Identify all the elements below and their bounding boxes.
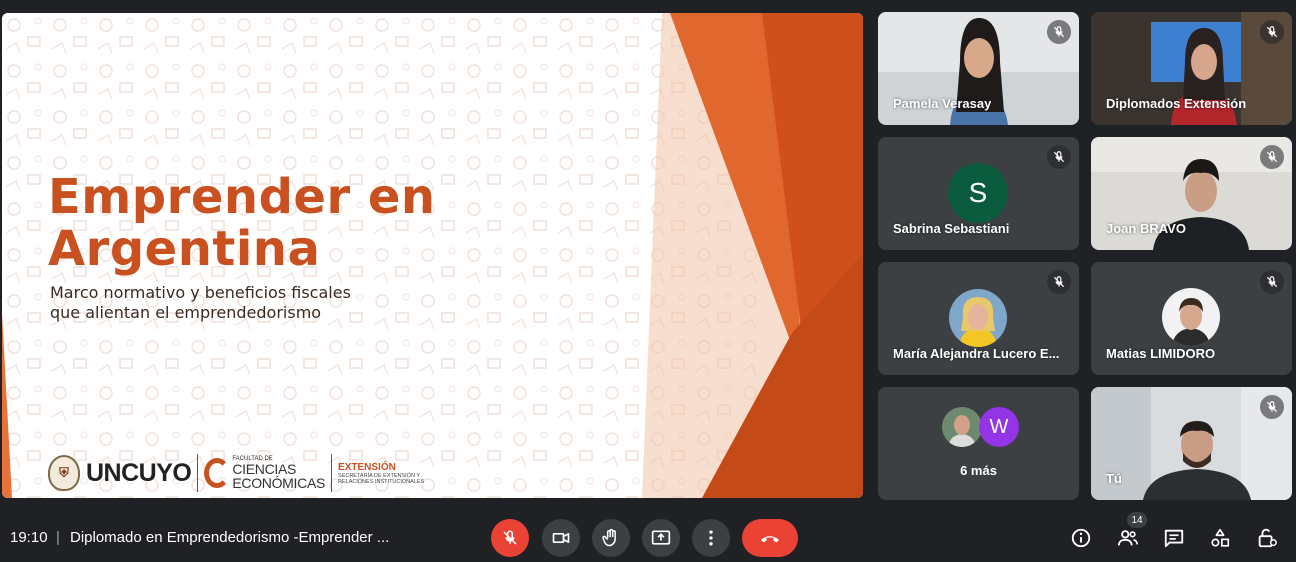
avatar: W bbox=[979, 407, 1019, 447]
participant-tile[interactable]: S Sabrina Sebastiani bbox=[878, 137, 1079, 250]
participant-tile[interactable]: Matias LIMIDORO bbox=[1091, 262, 1292, 375]
slide-subtitle-line: que alientan el emprendedorismo bbox=[50, 303, 322, 322]
host-controls-icon bbox=[1258, 528, 1277, 548]
raise-hand-icon bbox=[602, 528, 616, 547]
uncuyo-logo-text: UNCUYO bbox=[86, 458, 192, 487]
institution-logos: ⛨ UNCUYO FACULTAD DE CIENCIAS ECONÓMICAS… bbox=[48, 451, 424, 495]
slide-title-line: Emprender en bbox=[48, 169, 436, 225]
avatar bbox=[1162, 288, 1220, 346]
end-call-icon bbox=[761, 536, 779, 543]
avatar bbox=[949, 289, 1007, 347]
extension-logo-text: EXTENSIÓN SECRETARÍA DE EXTENSIÓN Y RELA… bbox=[338, 462, 424, 485]
chat-icon bbox=[1164, 529, 1184, 548]
activities-button[interactable] bbox=[1208, 526, 1232, 550]
mic-off-icon bbox=[1260, 20, 1284, 44]
participant-name: Tú bbox=[1106, 471, 1122, 486]
avatar bbox=[942, 407, 982, 447]
end-call-button[interactable] bbox=[742, 519, 798, 557]
participant-tile[interactable]: Pamela Verasay bbox=[878, 12, 1079, 125]
fce-big-text: CIENCIAS bbox=[232, 461, 297, 477]
more-options-button[interactable] bbox=[692, 519, 730, 557]
meeting-info-button[interactable] bbox=[1069, 526, 1093, 550]
present-screen-button[interactable] bbox=[642, 519, 680, 557]
participant-name: María Alejandra Lucero E... bbox=[893, 346, 1060, 361]
raise-hand-button[interactable] bbox=[592, 519, 630, 557]
toolbar-separator: | bbox=[56, 529, 60, 546]
mic-toggle-button[interactable] bbox=[491, 519, 529, 557]
participant-tile[interactable]: Diplomados Extensión bbox=[1091, 12, 1292, 125]
clock: 19:10 bbox=[10, 529, 48, 546]
chat-button[interactable] bbox=[1162, 526, 1186, 550]
participant-name: Joan BRAVO bbox=[1106, 221, 1186, 236]
extension-title: EXTENSIÓN bbox=[338, 461, 396, 473]
slide-subtitle: Marco normativo y beneficios fiscales qu… bbox=[50, 283, 351, 323]
fce-logo-icon bbox=[204, 458, 231, 488]
activities-icon bbox=[1211, 528, 1230, 547]
mic-off-icon bbox=[1260, 145, 1284, 169]
avatar: S bbox=[948, 163, 1008, 223]
camera-toggle-button[interactable] bbox=[542, 519, 580, 557]
participant-name: Sabrina Sebastiani bbox=[893, 221, 1010, 236]
participant-name: Pamela Verasay bbox=[893, 96, 992, 111]
more-options-icon bbox=[709, 530, 713, 546]
mic-off-icon bbox=[1260, 395, 1284, 419]
mic-off-icon bbox=[1047, 20, 1071, 44]
participant-name: Diplomados Extensión bbox=[1106, 96, 1247, 111]
mic-off-icon bbox=[1047, 270, 1071, 294]
mic-off-icon bbox=[1047, 145, 1071, 169]
uncuyo-seal-icon: ⛨ bbox=[48, 455, 80, 491]
mic-off-icon bbox=[1260, 270, 1284, 294]
participant-tile[interactable]: María Alejandra Lucero E... bbox=[878, 262, 1079, 375]
more-participants-label: 6 más bbox=[960, 463, 997, 478]
present-icon bbox=[651, 530, 671, 545]
camera-icon bbox=[552, 533, 570, 543]
presentation-slide: Emprender en Argentina Marco normativo y… bbox=[2, 13, 863, 498]
people-icon bbox=[1117, 530, 1138, 546]
self-tile[interactable]: Tú bbox=[1091, 387, 1292, 500]
mic-off-icon bbox=[503, 530, 517, 545]
bottom-toolbar: 19:10 | Diplomado en Emprendedorismo -Em… bbox=[0, 512, 1296, 562]
participant-name: Matias LIMIDORO bbox=[1106, 346, 1216, 361]
people-button[interactable] bbox=[1116, 526, 1140, 550]
extension-subtext: RELACIONES INSTITUCIONALES bbox=[338, 478, 425, 485]
participant-tile[interactable]: Joan BRAVO bbox=[1091, 137, 1292, 250]
host-controls-button[interactable] bbox=[1255, 526, 1279, 550]
logo-divider bbox=[197, 454, 199, 492]
slide-title-line: Argentina bbox=[48, 221, 321, 277]
more-participants-tile[interactable]: W 6 más bbox=[878, 387, 1079, 500]
info-icon bbox=[1071, 528, 1091, 548]
fce-big-text: ECONÓMICAS bbox=[232, 475, 326, 491]
fce-logo-text: FACULTAD DE CIENCIAS ECONÓMICAS bbox=[232, 456, 325, 490]
participant-count-badge: 14 bbox=[1127, 512, 1147, 528]
slide-title: Emprender en Argentina bbox=[48, 171, 436, 275]
meeting-title: Diplomado en Emprendedorismo -Emprender … bbox=[70, 529, 390, 546]
logo-divider bbox=[331, 454, 333, 492]
slide-subtitle-line: Marco normativo y beneficios fiscales bbox=[50, 283, 351, 302]
